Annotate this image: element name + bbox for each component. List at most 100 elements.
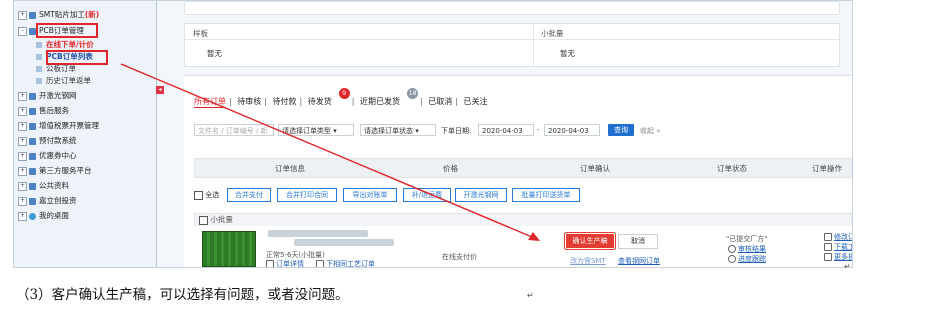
modify-order-link[interactable]: 修改订单 <box>824 232 852 242</box>
batch-print-shipping-button[interactable]: 批量打印送货单 <box>512 188 580 202</box>
order-detail-link[interactable]: 订单详情 <box>266 259 304 267</box>
expand-toggle-icon[interactable]: + <box>18 136 27 146</box>
link-label: 下载工程文 <box>834 243 852 251</box>
column-header: 订单信息 <box>275 164 305 173</box>
order-tabs: 所有订单 | 待审核 | 待付款 | 待发货9| 近期已发货18| 已取消 | 已关注 <box>194 88 491 108</box>
select-all-checkbox[interactable]: 全选 <box>194 190 219 200</box>
tab-cancelled[interactable]: 已取消 <box>428 96 452 107</box>
checkbox-icon[interactable] <box>199 215 208 225</box>
folder-icon <box>29 107 36 115</box>
tab-separator: | <box>264 97 267 106</box>
same-process-order-link[interactable]: 下相同工艺订单 <box>316 259 375 267</box>
pcb-thumbnail[interactable] <box>202 231 256 267</box>
order-status-select[interactable]: 请选择订单状态 ▾ <box>360 124 436 136</box>
expand-toggle-icon[interactable]: + <box>18 121 27 131</box>
table-cell: 暂无 <box>560 49 575 58</box>
page-icon <box>36 42 42 48</box>
folder-icon <box>29 92 36 100</box>
tab-pending-shipment[interactable]: 待发货 9 <box>308 88 350 108</box>
merge-print-contract-button[interactable]: 合并打印合同 <box>277 188 337 202</box>
cancel-button[interactable]: 取消 <box>618 234 658 249</box>
merge-pay-button[interactable]: 合并支付 <box>227 188 271 202</box>
date-from-input[interactable]: 2020-04-03 <box>478 124 534 136</box>
subitem-public-board[interactable]: 公板订单 <box>36 63 76 74</box>
divider <box>533 24 534 66</box>
sidebar-item-after-sales[interactable]: + 售后服务 <box>18 105 69 117</box>
paragraph-mark: ↵ <box>844 262 851 271</box>
group-label: 小批量 <box>210 215 233 224</box>
sidebar-item-prepay[interactable]: + 预付款系统 <box>18 135 77 147</box>
column-header: 价格 <box>443 164 458 173</box>
sidebar-item-investment[interactable]: + 嘉立创投资 <box>18 195 77 207</box>
clock-icon <box>728 255 736 263</box>
progress-tracking-link[interactable]: 进度跟踪 <box>728 254 766 264</box>
order-type-select[interactable]: 请选择订单类型 ▾ <box>278 124 354 136</box>
subitem-online-order[interactable]: 在线下单/计价 <box>36 39 94 50</box>
expand-toggle-icon[interactable]: + <box>18 151 27 161</box>
summary-table: 样板 小批量 暂无 暂无 <box>184 23 840 67</box>
sidebar-item-vat-invoice[interactable]: + 增值税票开票管理 <box>18 120 99 132</box>
expand-toggle-icon[interactable]: + <box>18 211 27 221</box>
subitem-label: 公板订单 <box>46 64 76 73</box>
more-actions-link[interactable]: 更多操作 <box>824 252 852 262</box>
tab-all-orders[interactable]: 所有订单 <box>194 96 226 108</box>
collapse-filters-link[interactable]: 收起 « <box>640 126 661 136</box>
sidebar-item-laser-stencil[interactable]: + 开激光钢网 <box>18 90 77 102</box>
folder-icon <box>29 167 36 175</box>
sidebar-item-label: 公共资料 <box>39 181 69 190</box>
folder-icon <box>29 11 36 19</box>
table-cell: 暂无 <box>207 49 222 58</box>
select-value: 请选择订单状态 <box>364 127 413 135</box>
caption-text: （3）客户确认生产稿，可以选择有问题，或者没问题。 <box>16 287 349 303</box>
subitem-history-reorder[interactable]: 历史订单返单 <box>36 75 91 86</box>
document-icon <box>316 260 324 267</box>
sidebar-item-smt[interactable]: + SMT贴片加工(新) <box>18 9 99 21</box>
expand-toggle-icon[interactable]: + <box>18 10 27 20</box>
document-icon <box>266 260 274 267</box>
laser-stencil-button[interactable]: 开激光钢网 <box>455 188 507 202</box>
tab-label: 近期已发货 <box>360 97 400 106</box>
clock-icon <box>728 245 736 253</box>
tab-pending-payment[interactable]: 待付款 <box>273 96 297 107</box>
search-input[interactable]: 文件名 / 订单编号 / 新 <box>194 124 274 136</box>
confirm-production-button[interactable]: 确认生产稿 <box>566 234 614 248</box>
select-all-label: 全选 <box>205 191 220 199</box>
refund-freight-button[interactable]: 补/退运费 <box>403 188 451 202</box>
expand-toggle-icon[interactable]: + <box>18 106 27 116</box>
link-label: 进度跟踪 <box>738 255 766 263</box>
expand-toggle-icon[interactable]: + <box>18 196 27 206</box>
folder-icon <box>29 152 36 160</box>
date-label: 下单日期: <box>441 127 472 135</box>
expand-toggle-icon[interactable]: + <box>18 181 27 191</box>
table-header: 小批量 <box>541 29 564 38</box>
export-statement-button[interactable]: 导出对账单 <box>343 188 397 202</box>
folder-icon <box>29 197 36 205</box>
expand-toggle-icon[interactable]: + <box>18 166 27 176</box>
globe-icon <box>29 212 36 220</box>
table-header: 样板 <box>193 29 208 38</box>
sidebar-item-public-info[interactable]: + 公共资料 <box>18 180 69 192</box>
page-icon <box>36 66 42 72</box>
tab-separator: | <box>299 97 303 106</box>
sidebar: + SMT贴片加工(新) - PCB订单管理 在线下单/计价 PCB订单列表 公板订… <box>14 1 157 267</box>
tab-pending-review[interactable]: 待审核 <box>237 96 261 107</box>
tab-recently-shipped[interactable]: 近期已发货 18 <box>360 88 418 108</box>
sidebar-collapse-handle[interactable]: ◂ <box>156 86 164 94</box>
expand-toggle-icon[interactable]: + <box>18 91 27 101</box>
view-stencil-order-link[interactable]: 查看钢网订单 <box>618 256 660 266</box>
sidebar-item-label: 预付款系统 <box>39 136 77 145</box>
paragraph-mark: ↵ <box>527 291 534 300</box>
sidebar-item-coupons[interactable]: + 优惠券中心 <box>18 150 77 162</box>
sidebar-item-desktop[interactable]: + 我的桌面 <box>18 210 69 222</box>
query-button[interactable]: 查询 <box>608 124 634 136</box>
download-engineering-file-link[interactable]: 下载工程文 <box>824 242 852 252</box>
sidebar-item-third-party[interactable]: + 第三方服务平台 <box>18 165 92 177</box>
column-header: 订单确认 <box>580 164 610 173</box>
order-group-header: 小批量 <box>194 213 852 227</box>
tab-followed[interactable]: 已关注 <box>464 96 488 107</box>
tab-separator: | <box>351 97 355 106</box>
date-to-input[interactable]: 2020-04-03 <box>544 124 600 136</box>
collapse-toggle-icon[interactable]: - <box>18 26 27 36</box>
change-to-smt-link[interactable]: 改为需SMT <box>570 256 606 266</box>
review-result-link[interactable]: 审核结果 <box>728 244 766 254</box>
